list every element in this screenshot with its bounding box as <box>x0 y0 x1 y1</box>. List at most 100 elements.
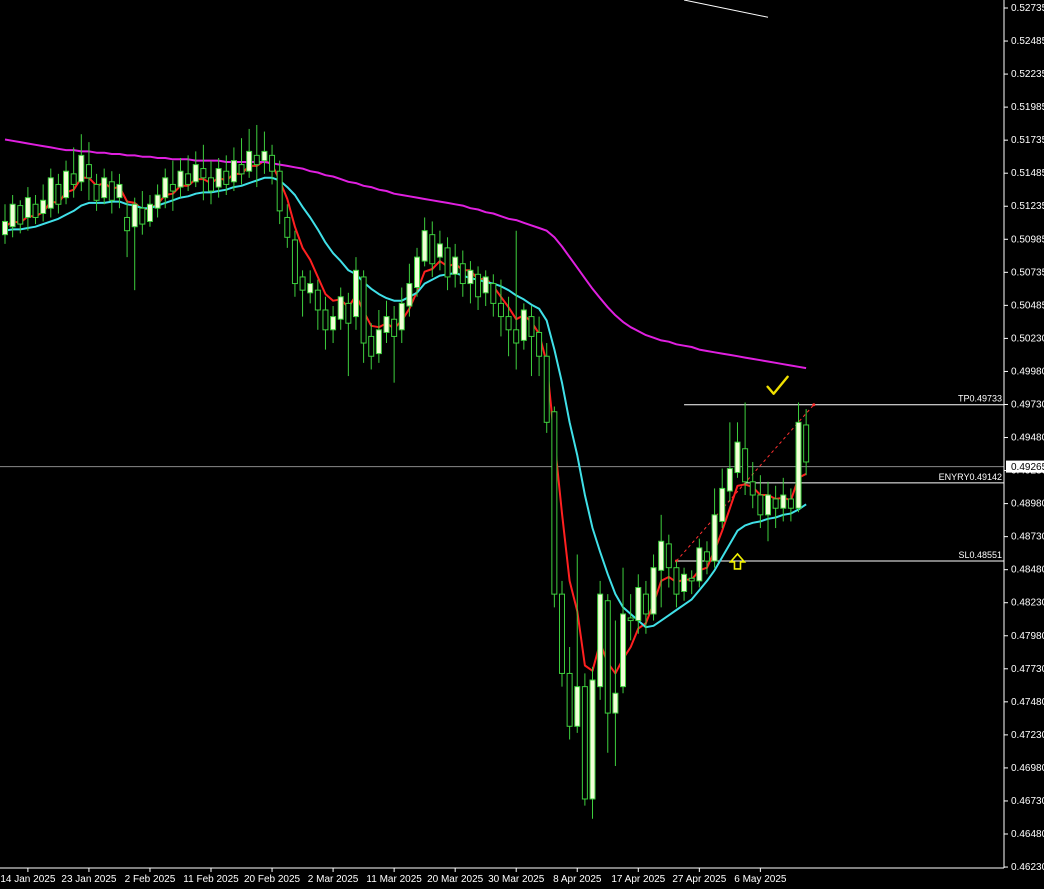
candle-body <box>612 692 619 714</box>
candle-body <box>749 481 756 496</box>
candle-body <box>352 269 359 318</box>
candle-body <box>742 448 749 483</box>
y-tick-label: 0.51985 <box>1011 102 1044 113</box>
y-tick-label: 0.48480 <box>1011 565 1044 576</box>
candle-body <box>429 234 436 265</box>
candle-body <box>101 177 108 199</box>
x-tick-label: 11 Feb 2025 <box>183 874 239 885</box>
candle-body <box>70 173 77 185</box>
candle-body <box>116 183 123 199</box>
x-tick-label: 20 Mar 2025 <box>427 874 484 885</box>
x-tick-label: 8 Apr 2025 <box>553 874 602 885</box>
y-tick-label: 0.47230 <box>1011 730 1044 741</box>
candle-body <box>223 170 230 185</box>
y-tick-label: 0.46480 <box>1011 829 1044 840</box>
y-tick-label: 0.49480 <box>1011 433 1044 444</box>
y-tick-label: 0.51235 <box>1011 201 1044 212</box>
candle-body <box>444 247 451 278</box>
candle <box>543 343 550 433</box>
candle-body <box>635 587 642 622</box>
candle <box>589 666 596 819</box>
y-tick-label: 0.51735 <box>1011 135 1044 146</box>
candle-body <box>536 331 543 357</box>
candle-body <box>520 309 527 341</box>
x-tick-label: 2 Feb 2025 <box>125 874 176 885</box>
candle-body <box>208 177 215 192</box>
x-tick-label: 20 Feb 2025 <box>244 874 301 885</box>
x-tick-label: 2 Mar 2025 <box>308 874 359 885</box>
candle-body <box>40 199 47 215</box>
candle-body <box>9 203 16 228</box>
x-tick-label: 6 May 2025 <box>734 874 787 885</box>
candle-body <box>124 216 131 232</box>
level-label: ENYRY0.49142 <box>939 472 1002 482</box>
candle-body <box>795 421 802 509</box>
candle-body <box>276 170 283 212</box>
price-chart[interactable]: TP0.49733 ENYRY0.49142 SL0.48551 0.52735 0.… <box>0 0 1044 889</box>
candle-body <box>589 679 596 800</box>
candle-body <box>108 181 115 201</box>
y-tick-label: 0.48980 <box>1011 499 1044 510</box>
candle-body <box>78 154 85 183</box>
candle-body <box>734 441 741 474</box>
candle-body <box>490 283 497 304</box>
current-price-label: 0.49265 <box>1011 462 1044 473</box>
level-label: SL0.48551 <box>958 550 1002 560</box>
candle <box>551 406 558 608</box>
candle-body <box>726 468 733 492</box>
candle-body <box>131 203 138 228</box>
candle-body <box>505 316 512 331</box>
candle-body <box>528 316 535 337</box>
candle-body <box>307 283 314 294</box>
candle-body <box>681 573 688 592</box>
y-tick-label: 0.52485 <box>1011 36 1044 47</box>
y-tick-label: 0.50735 <box>1011 267 1044 278</box>
y-tick-label: 0.50485 <box>1011 300 1044 311</box>
candle-body <box>711 514 718 562</box>
candle-body <box>291 239 298 285</box>
candle-body <box>139 207 146 225</box>
candle-body <box>192 164 199 183</box>
candle-body <box>2 220 8 236</box>
y-tick-label: 0.46230 <box>1011 862 1044 873</box>
y-tick-label: 0.46980 <box>1011 763 1044 774</box>
candle-body <box>17 205 24 225</box>
y-tick-label: 0.49730 <box>1011 399 1044 410</box>
candle-body <box>665 543 672 569</box>
candle-body <box>719 487 726 522</box>
candle <box>597 580 604 700</box>
candle-body <box>482 276 489 294</box>
candle-body <box>368 335 375 357</box>
candle-body <box>696 547 703 582</box>
candle-body <box>765 494 771 516</box>
y-tick-label: 0.47730 <box>1011 664 1044 675</box>
candle-body <box>772 498 779 509</box>
y-tick-label: 0.49980 <box>1011 366 1044 377</box>
x-tick-label: 30 Mar 2025 <box>488 874 545 885</box>
candle-body <box>169 183 176 192</box>
candle-body <box>414 256 421 289</box>
candle-body <box>314 289 321 311</box>
candle-body <box>757 494 764 516</box>
level-label: TP0.49733 <box>958 394 1002 404</box>
candle-body <box>673 567 680 595</box>
x-tick-label: 11 Mar 2025 <box>366 874 422 885</box>
candle <box>558 580 565 687</box>
candle-body <box>299 276 306 291</box>
candle-body <box>154 194 161 209</box>
y-tick-label: 0.52735 <box>1011 3 1044 14</box>
candle-body <box>803 424 810 463</box>
chart-background <box>0 0 1044 889</box>
y-tick-label: 0.47980 <box>1011 631 1044 642</box>
candle-body <box>63 170 70 199</box>
level-lines-layer: TP0.49733 ENYRY0.49142 SL0.48551 <box>0 0 1044 889</box>
candle-body <box>230 160 237 183</box>
candle-body <box>467 269 474 285</box>
candle-body <box>459 263 466 285</box>
candle-body <box>421 230 428 262</box>
y-tick-label: 0.46730 <box>1011 796 1044 807</box>
candle-body <box>55 183 62 205</box>
x-tick-label: 17 Apr 2025 <box>611 874 665 885</box>
candle-body <box>787 498 794 509</box>
candle-body <box>597 593 604 688</box>
